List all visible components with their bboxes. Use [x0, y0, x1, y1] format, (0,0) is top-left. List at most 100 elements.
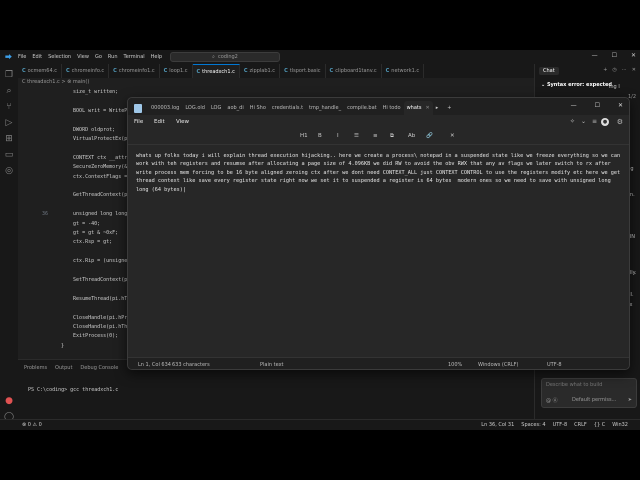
close-icon[interactable]: ✕ — [618, 102, 623, 109]
text-format: Plain text — [260, 362, 284, 368]
editor-tab-label: clipboard1tanv.c — [335, 68, 377, 74]
menu-file[interactable]: File — [134, 119, 143, 125]
format-tool[interactable]: ☰ — [354, 133, 359, 139]
maximize-icon[interactable]: ☐ — [595, 102, 600, 109]
c-file-icon: C — [385, 68, 390, 74]
format-tool[interactable]: B — [318, 133, 322, 139]
notepad-tab[interactable]: LOG — [208, 101, 224, 115]
editor-tab[interactable]: Cthreadxch1.c — [192, 64, 240, 78]
menu-file[interactable]: File — [18, 54, 26, 60]
notepad-tab[interactable]: tmp_handle_ — [306, 101, 344, 115]
notepad-tab[interactable]: LOG.old — [182, 101, 208, 115]
c-file-icon: C — [22, 68, 26, 74]
copilot-icon[interactable]: ✧ — [570, 118, 575, 125]
editor-tab[interactable]: Cchromeinfo.c — [62, 64, 110, 78]
mention-icon[interactable]: @ Ⓐ — [546, 397, 558, 404]
editor-tab[interactable]: Czipplab1.c — [240, 64, 281, 78]
panel-tab-output[interactable]: Output — [55, 365, 72, 371]
status-problems[interactable]: ⊗ 0 ⚠ 0 — [22, 422, 42, 428]
notepad-tab[interactable]: credentials.t — [269, 101, 306, 115]
close-icon[interactable]: ✕ — [631, 52, 636, 59]
source-control-icon[interactable]: ⑂ — [4, 102, 14, 112]
scroll-tabs-icon[interactable]: ▸ — [433, 101, 442, 115]
command-search-input[interactable]: ⌕ coding2 — [170, 52, 280, 62]
status-item[interactable]: CRLF — [574, 422, 587, 428]
notification-icon[interactable]: ● — [4, 396, 14, 406]
editor-tab[interactable]: Cloop1.c — [160, 64, 193, 78]
notepad-tab-label: Hi Sho — [249, 105, 266, 111]
terminal-line[interactable]: PS C:\coding> gcc threadxch1.c — [28, 387, 118, 393]
explorer-icon[interactable]: ❐ — [4, 70, 14, 80]
format-tool[interactable]: I — [337, 133, 339, 139]
remote-icon[interactable]: ▭ — [4, 150, 14, 160]
status-item[interactable]: Spaces: 4 — [521, 422, 545, 428]
menu-help[interactable]: Help — [151, 54, 162, 60]
minimize-icon[interactable]: — — [571, 102, 577, 109]
notepad-tab[interactable]: 000003.log — [148, 101, 182, 115]
editor-tab[interactable]: Ctlsport.basic — [280, 64, 326, 78]
format-list-icon[interactable]: ≡ — [592, 118, 597, 125]
close-icon[interactable]: ✕ — [425, 105, 429, 111]
notepad-tab[interactable]: Hi todo — [380, 101, 404, 115]
history-icon[interactable]: ◷ — [612, 67, 616, 73]
menu-edit[interactable]: Edit — [32, 54, 42, 60]
notepad-tab[interactable]: Hi Sho — [247, 101, 269, 115]
menu-view[interactable]: View — [176, 119, 189, 125]
status-bar: ⊗ 0 ⚠ 0 Ln 36, Col 31 Spaces: 4 UTF-8 CRLF {… — [0, 419, 640, 430]
search-icon[interactable]: ⌕ — [4, 86, 14, 96]
status-item[interactable]: Ln 36, Col 31 — [481, 422, 514, 428]
status-item[interactable]: UTF-8 — [553, 422, 568, 428]
notepad-tab[interactable]: compile.bat — [344, 101, 380, 115]
minimize-icon[interactable]: — — [592, 52, 598, 59]
format-tool[interactable]: ≡ — [373, 133, 378, 139]
menu-view[interactable]: View — [77, 54, 89, 60]
add-tab-button[interactable]: + — [441, 101, 457, 115]
editor-tab[interactable]: Cocmem64.c — [18, 64, 62, 78]
zoom-level[interactable]: 100% — [448, 362, 462, 368]
menu-run[interactable]: Run — [108, 54, 118, 60]
permission-dropdown[interactable]: Default permiss... — [572, 397, 616, 403]
screen: ⮕ File Edit Selection View Go Run Termin… — [0, 0, 640, 480]
line-ending[interactable]: Windows (CRLF) — [478, 362, 518, 368]
more-icon[interactable]: ⋯ — [622, 67, 627, 73]
menu-selection[interactable]: Selection — [48, 54, 71, 60]
notepad-tab[interactable]: whats ✕ — [403, 101, 433, 115]
maximize-icon[interactable]: ☐ — [612, 52, 617, 59]
run-debug-icon[interactable]: ▷ — [4, 118, 14, 128]
menu-terminal[interactable]: Terminal — [124, 54, 145, 60]
menu-go[interactable]: Go — [95, 54, 102, 60]
chat-toolbar: + ◷ ⋯ ✕ — [603, 67, 636, 73]
copilot-icon[interactable]: ◎ — [4, 166, 14, 176]
editor-tab[interactable]: Cnetwork1.c — [382, 64, 425, 78]
chat-tab[interactable]: Chat — [539, 67, 559, 75]
c-file-icon: C — [196, 68, 201, 75]
chat-input[interactable]: Describe what to build @ Ⓐ Default permi… — [541, 378, 637, 408]
editor-tab[interactable]: Cclipboard1tanv.c — [326, 64, 382, 78]
status-item[interactable]: Win32 — [612, 422, 628, 428]
format-tool[interactable]: ✕ — [450, 133, 455, 139]
c-file-icon: C — [284, 68, 288, 74]
menu-edit[interactable]: Edit — [154, 119, 165, 125]
panel-tab-debug-console[interactable]: Debug Console — [80, 365, 118, 371]
notepad-text-area[interactable]: whats up folks today i will explain thre… — [136, 152, 626, 327]
notepad-tools: ✧ ⌄ ≡ — [570, 118, 597, 125]
settings-gear-icon[interactable]: ⚙ — [617, 118, 623, 126]
notepad-tab-label: LOG — [210, 105, 222, 111]
encoding[interactable]: UTF-8 — [547, 362, 562, 368]
format-tool[interactable]: 🔗 — [426, 133, 433, 139]
breadcrumb[interactable]: C threadxch1.c > ⊗ main() — [18, 78, 534, 87]
avatar[interactable]: ● — [601, 118, 609, 126]
notepad-tab[interactable]: aob_di — [224, 101, 246, 115]
editor-tab[interactable]: Cchromeinfo1.c — [109, 64, 160, 78]
search-text: coding2 — [217, 54, 238, 60]
extensions-icon[interactable]: ⊞ — [4, 134, 14, 144]
format-tool[interactable]: H1 — [300, 133, 308, 139]
add-icon[interactable]: + — [603, 67, 607, 73]
close-icon[interactable]: ✕ — [632, 67, 636, 73]
status-item[interactable]: {} C — [594, 422, 605, 428]
send-icon[interactable]: ➤ — [628, 397, 632, 403]
chevron-down-icon[interactable]: ⌄ — [581, 118, 586, 125]
format-tool[interactable]: ⧉ — [390, 133, 394, 140]
format-tool[interactable]: Ab — [408, 133, 415, 139]
panel-tab-problems[interactable]: Problems — [24, 365, 47, 371]
